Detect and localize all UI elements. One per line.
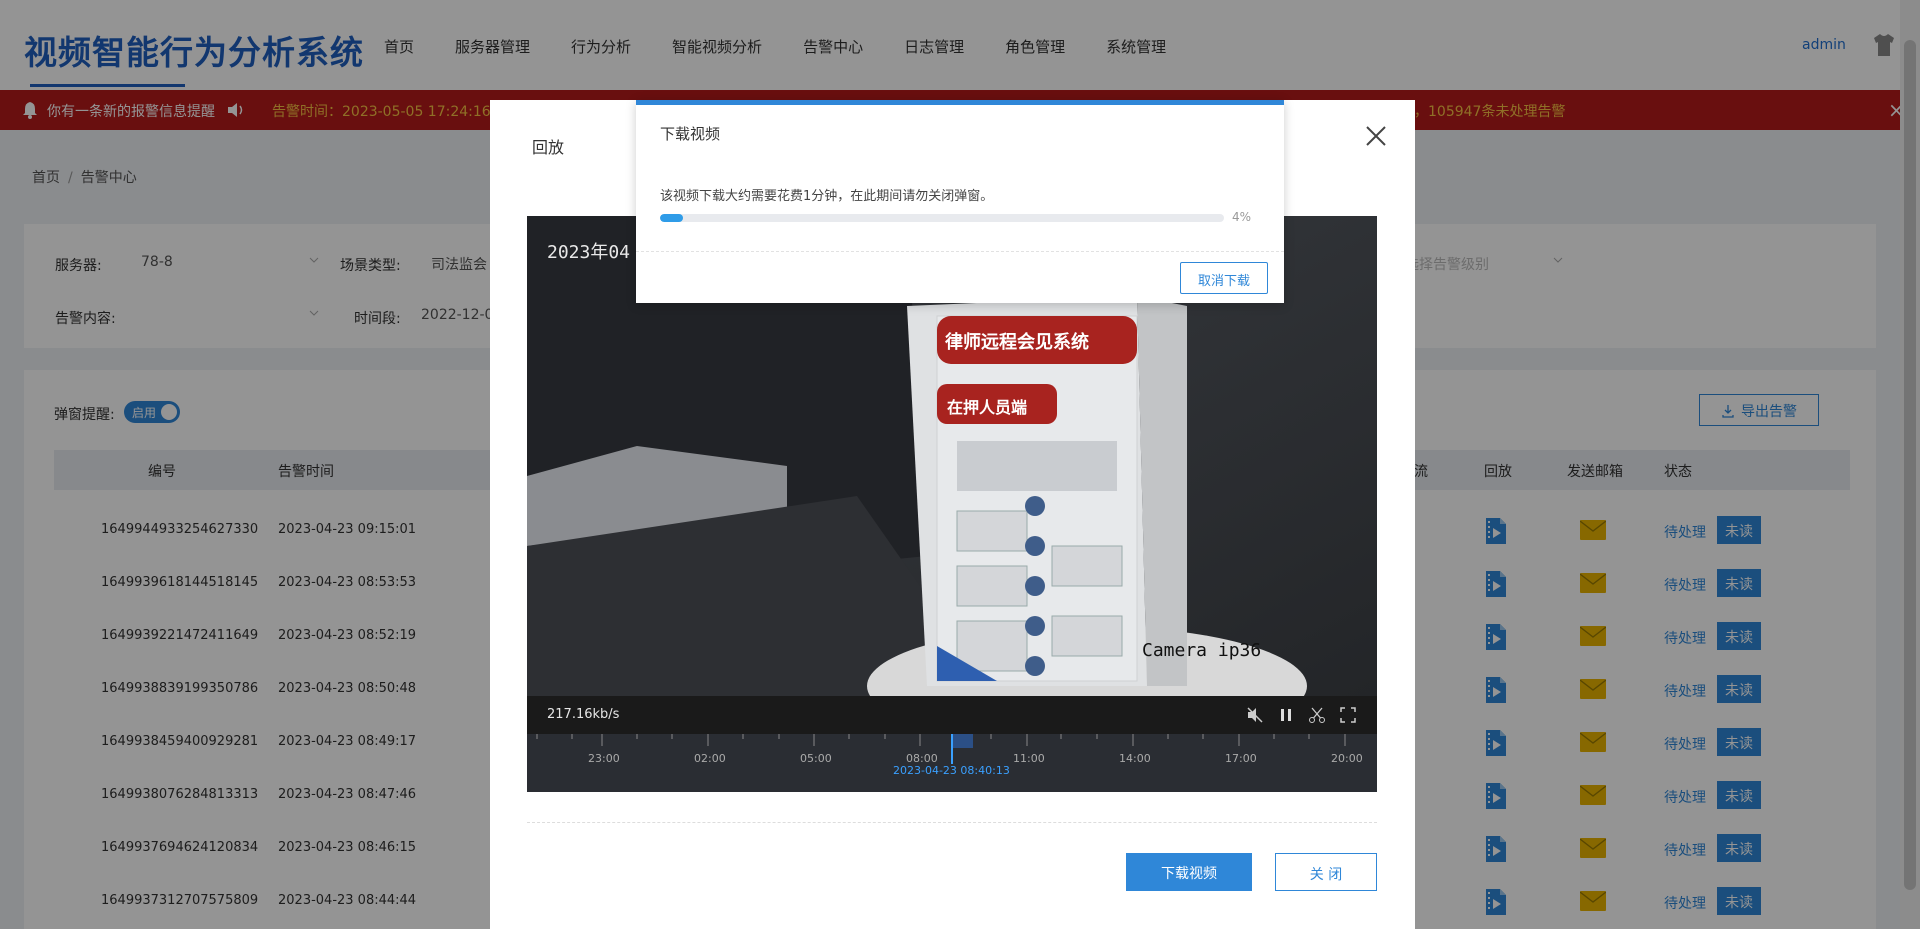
close-button[interactable]: 关 闭 <box>1275 853 1377 891</box>
timeline-cursor-time: 2023-04-23 08:40:13 <box>893 764 1010 777</box>
timeline-label: 05:00 <box>800 752 832 765</box>
osd-timestamp: 2023年04 <box>547 242 631 263</box>
playback-title: 回放 <box>532 138 565 157</box>
osd-camera-name: Camera ip36 <box>1142 640 1262 661</box>
timeline-label: 02:00 <box>694 752 726 765</box>
timeline-label: 20:00 <box>1331 752 1363 765</box>
download-dialog-divider <box>636 251 1284 252</box>
player-control-bar: 217.16kb/s <box>527 696 1377 734</box>
download-progress-fill <box>660 214 683 222</box>
download-dialog: 下载视频 该视频下载大约需要花费1分钟，在此期间请勿关闭弹窗。 4% 取消下载 <box>636 100 1284 303</box>
sign-subtitle: 在押人员端 <box>947 398 1028 417</box>
download-dialog-message: 该视频下载大约需要花费1分钟，在此期间请勿关闭弹窗。 <box>660 189 994 204</box>
cancel-download-button[interactable]: 取消下载 <box>1180 262 1268 294</box>
mute-icon[interactable] <box>1246 706 1264 724</box>
timeline-label: 23:00 <box>588 752 620 765</box>
download-video-button[interactable]: 下载视频 <box>1126 853 1252 891</box>
download-progress-text: 4% <box>1232 210 1252 224</box>
download-dialog-title: 下载视频 <box>660 125 721 143</box>
scissors-icon[interactable] <box>1308 706 1326 724</box>
bitrate-readout: 217.16kb/s <box>547 707 620 722</box>
timeline-label: 11:00 <box>1013 752 1045 765</box>
pause-icon[interactable] <box>1277 706 1295 724</box>
timeline-cursor[interactable] <box>951 734 953 764</box>
close-icon[interactable] <box>1362 122 1390 150</box>
timeline-label: 14:00 <box>1119 752 1151 765</box>
playback-timeline[interactable]: 23:00 02:00 05:00 08:00 11:00 14:00 17:0… <box>527 734 1377 792</box>
download-progress-bar <box>660 214 1224 222</box>
fullscreen-icon[interactable] <box>1339 706 1357 724</box>
sign-title: 律师远程会见系统 <box>945 332 1089 353</box>
playback-divider <box>527 822 1377 823</box>
timeline-label: 17:00 <box>1225 752 1257 765</box>
